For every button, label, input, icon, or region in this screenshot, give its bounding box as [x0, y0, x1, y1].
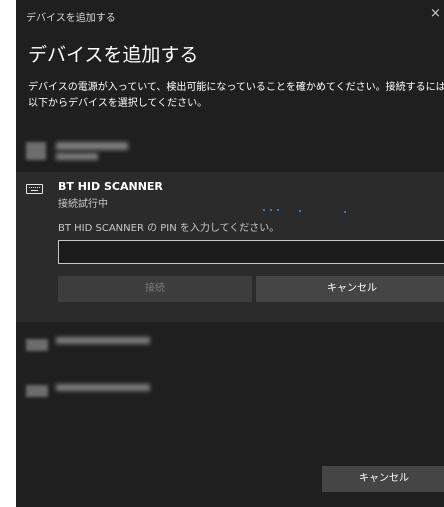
- connect-button[interactable]: 接続: [58, 276, 252, 302]
- device-list-item-blurred-3[interactable]: [16, 376, 444, 406]
- progress-dot: [277, 209, 279, 211]
- device-list-item-blurred-2[interactable]: [16, 330, 444, 360]
- device-list-item-bt-hid-scanner[interactable]: BT HID SCANNER 接続試行中 BT HID SCANNER の PI…: [16, 172, 444, 322]
- device-icon: [26, 385, 48, 397]
- progress-dot: [299, 210, 301, 212]
- progress-dot: [263, 209, 265, 211]
- title-bar: デバイスを追加する ×: [16, 0, 444, 32]
- redacted-device-name: [56, 384, 150, 391]
- device-name: BT HID SCANNER: [58, 180, 163, 193]
- cancel-pairing-button[interactable]: キャンセル: [256, 276, 444, 302]
- pin-input[interactable]: [58, 240, 444, 264]
- device-icon: [26, 142, 46, 160]
- device-list-item-blurred-1[interactable]: [16, 136, 444, 166]
- redacted-device-name: [56, 337, 150, 344]
- pin-prompt: BT HID SCANNER の PIN を入力してください。: [58, 223, 280, 234]
- instructions-text: デバイスの電源が入っていて、検出可能になっていることを確かめてください。接続する…: [28, 80, 444, 112]
- connection-status: 接続試行中: [58, 199, 108, 210]
- add-device-window: デバイスを追加する × デバイスを追加する デバイスの電源が入っていて、検出可能…: [16, 0, 444, 507]
- close-icon[interactable]: ×: [430, 6, 444, 24]
- instructions-line-2: 以下からデバイスを選択してください。: [28, 98, 208, 109]
- device-icon: [26, 339, 48, 351]
- cancel-button[interactable]: キャンセル: [322, 466, 444, 492]
- redacted-device-status: [56, 153, 98, 160]
- instructions-line-1: デバイスの電源が入っていて、検出可能になっていることを確かめてください。接続する…: [28, 82, 444, 93]
- redacted-device-name: [56, 142, 128, 150]
- page-title: デバイスを追加する: [28, 44, 199, 66]
- progress-dot: [270, 209, 272, 211]
- keyboard-icon: [26, 184, 43, 194]
- progress-dot: [344, 211, 346, 213]
- window-title: デバイスを追加する: [26, 13, 116, 24]
